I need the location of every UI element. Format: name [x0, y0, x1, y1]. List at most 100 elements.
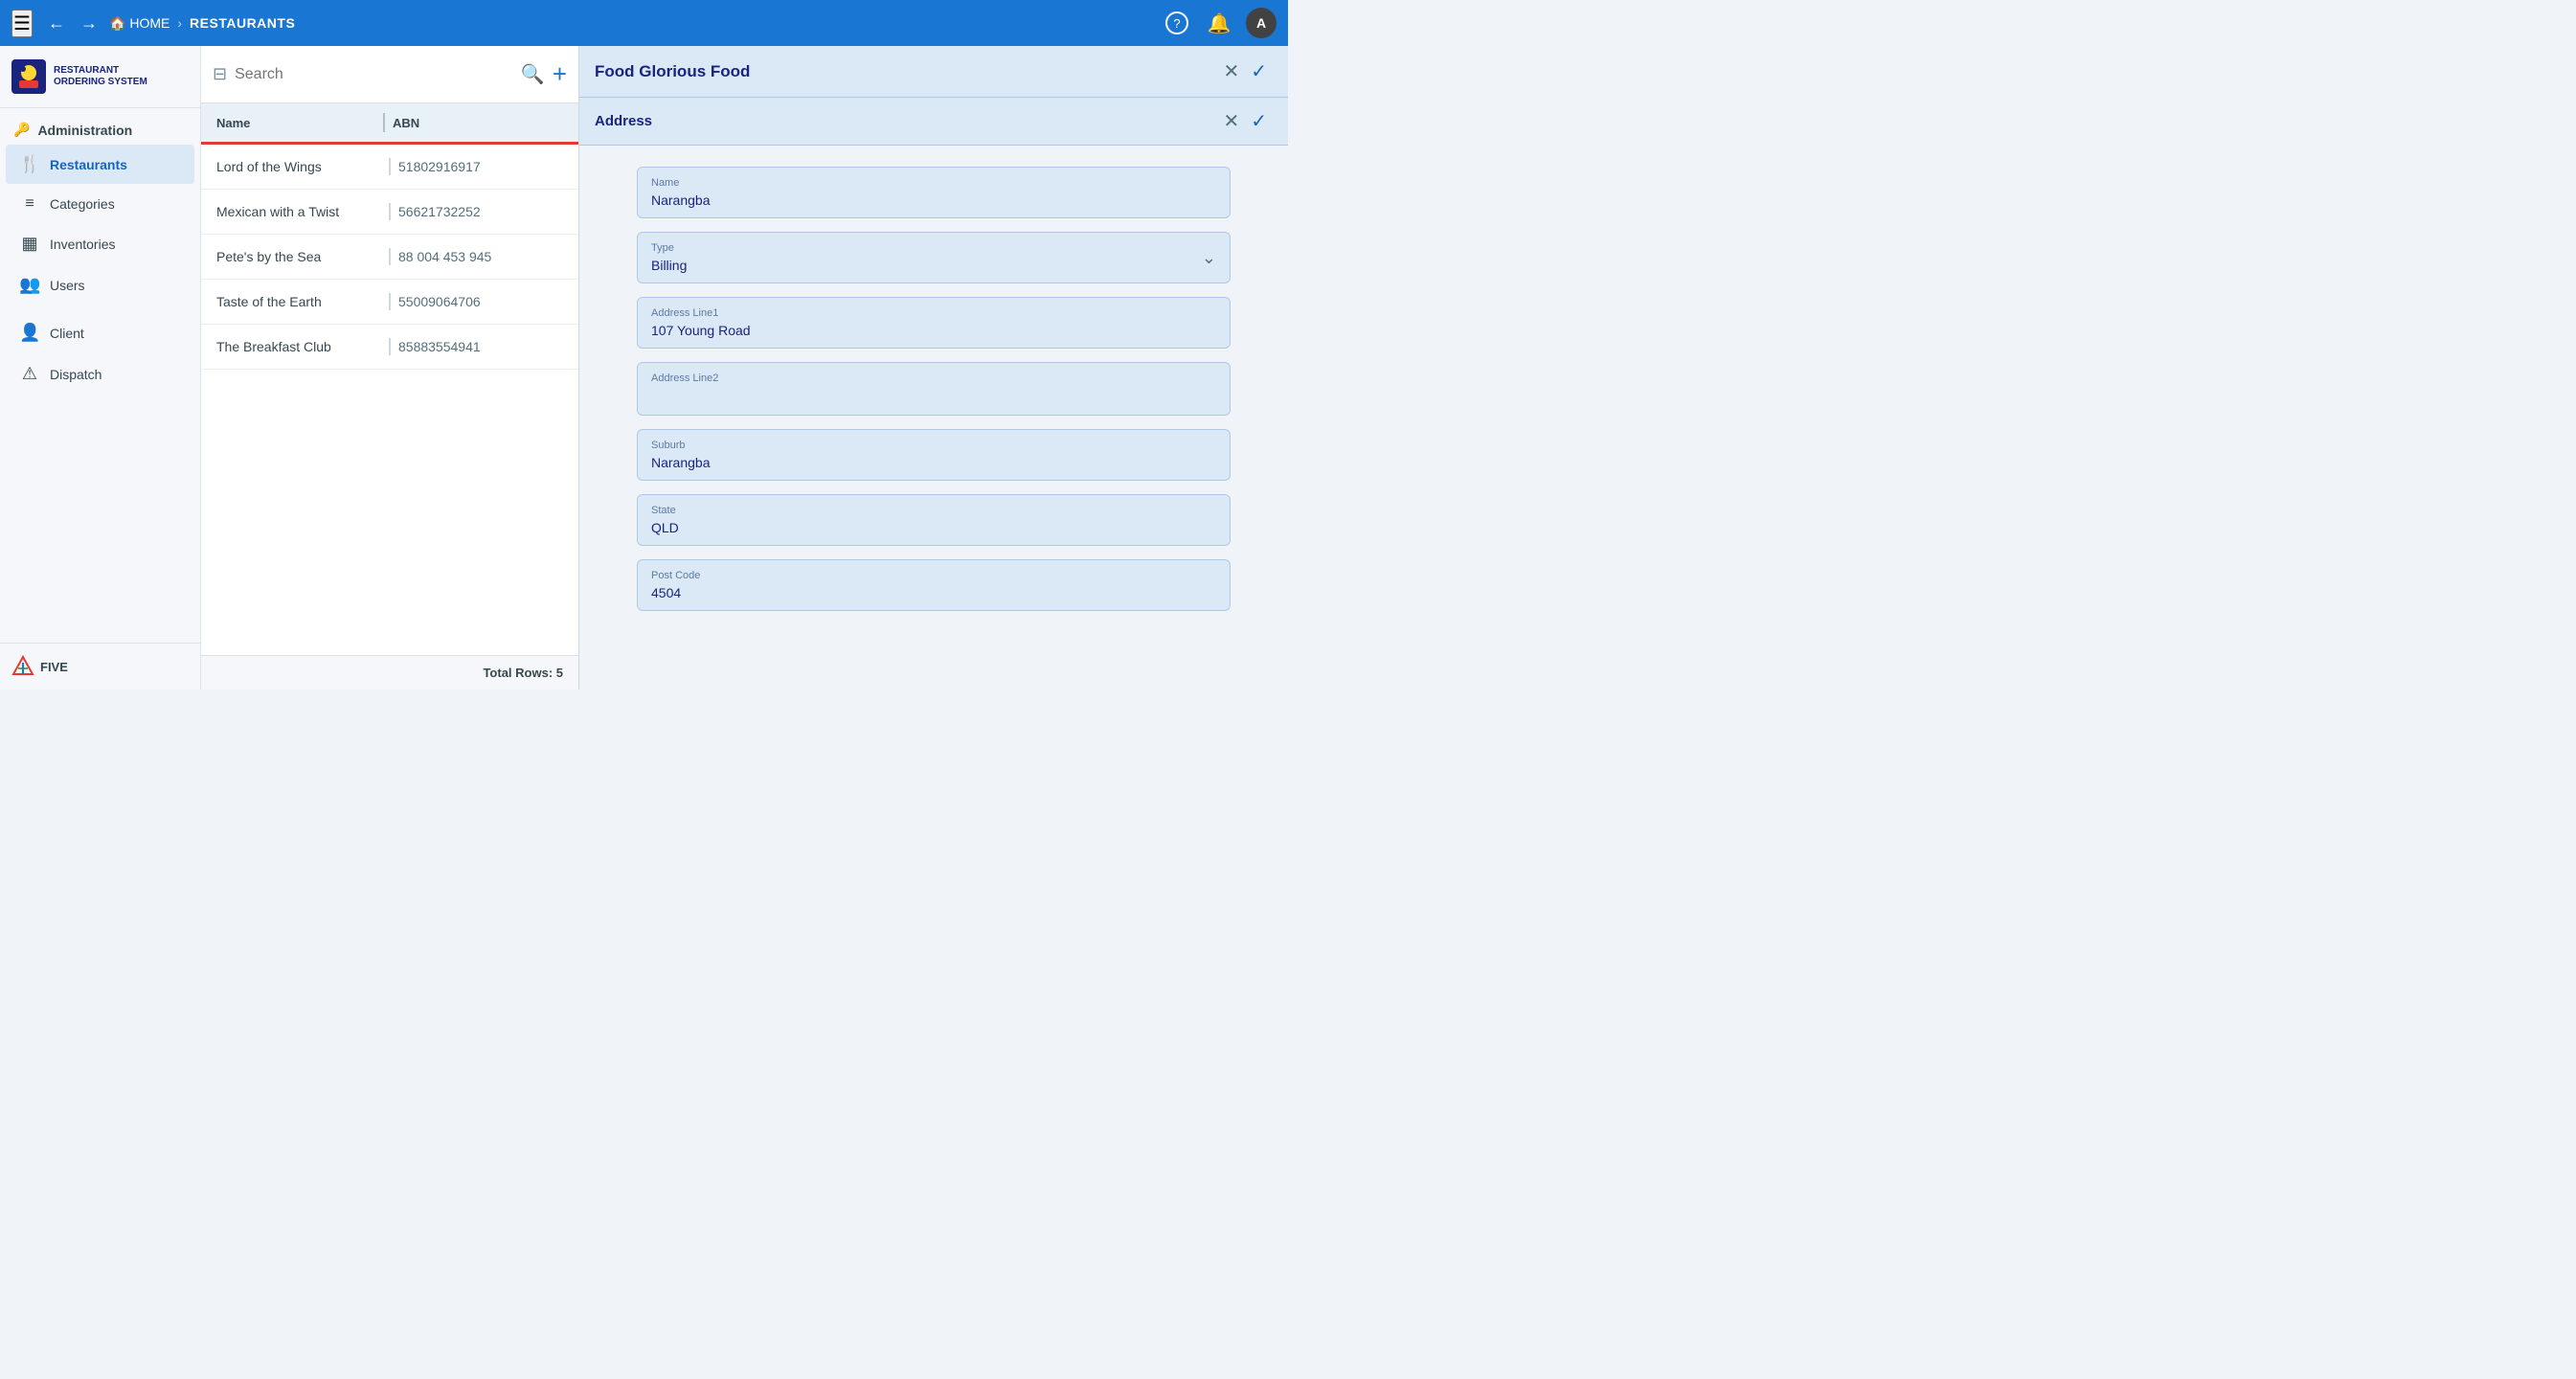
page-title: RESTAURANTS	[190, 15, 295, 31]
address-line1-field[interactable]: Address Line1 107 Young Road	[637, 297, 1231, 349]
list-panel: ⊟ 🔍 + Name ABN Lord of the Wings 5180291…	[201, 46, 579, 690]
suburb-field[interactable]: Suburb Narangba	[637, 429, 1231, 481]
col-header-abn: ABN	[393, 116, 552, 130]
table-row[interactable]: Taste of the Earth 55009064706	[201, 280, 578, 325]
categories-icon: ≡	[19, 195, 40, 213]
detail-title: Food Glorious Food	[595, 62, 1217, 81]
help-icon: ?	[1165, 11, 1188, 34]
type-field[interactable]: Type Billing ⌄	[637, 232, 1231, 283]
list-rows: Lord of the Wings 51802916917 Mexican wi…	[201, 145, 578, 655]
sidebar-item-inventories[interactable]: ▦ Inventories	[6, 224, 194, 263]
inventories-icon: ▦	[19, 234, 40, 254]
list-header: Name ABN	[201, 103, 578, 145]
state-label: State	[651, 505, 1216, 516]
search-icon[interactable]: 🔍	[521, 62, 545, 86]
address-header: Address ✕ ✓	[579, 98, 1288, 146]
suburb-value: Narangba	[651, 455, 1216, 470]
type-field-label: Type	[651, 242, 1202, 254]
address-save-button[interactable]: ✓	[1245, 107, 1273, 135]
restaurants-icon: 🍴	[19, 154, 40, 174]
home-label: HOME	[129, 15, 169, 31]
detail-panel: Food Glorious Food ✕ ✓ ↑ Address ✕ ✓	[579, 46, 1288, 690]
address-line1-label: Address Line1	[651, 307, 1216, 319]
logo-text: RESTAURANT ORDERING SYSTEM	[54, 65, 147, 88]
postcode-field[interactable]: Post Code 4504	[637, 559, 1231, 611]
state-field[interactable]: State QLD	[637, 494, 1231, 546]
table-row[interactable]: Mexican with a Twist 56621732252	[201, 190, 578, 235]
content-area: ⊟ 🔍 + Name ABN Lord of the Wings 5180291…	[201, 46, 1288, 690]
topbar: ☰ ← → 🏠 HOME › RESTAURANTS ? 🔔 A	[0, 0, 1288, 46]
name-field[interactable]: Name Narangba	[637, 167, 1231, 218]
table-row[interactable]: Lord of the Wings 51802916917	[201, 145, 578, 190]
forward-button[interactable]: →	[77, 10, 102, 37]
detail-save-button[interactable]: ✓	[1245, 57, 1273, 85]
menu-icon[interactable]: ☰	[11, 10, 33, 37]
state-value: QLD	[651, 520, 1216, 535]
filter-icon[interactable]: ⊟	[213, 64, 227, 84]
sidebar-item-label-dispatch: Dispatch	[50, 367, 102, 382]
type-field-value: Billing	[651, 258, 1202, 273]
list-toolbar: ⊟ 🔍 +	[201, 46, 578, 103]
breadcrumb-separator: ›	[177, 15, 182, 31]
row-abn: 85883554941	[398, 339, 563, 354]
address-panel: Address ✕ ✓ ↑ Name Narangba	[579, 98, 1288, 690]
sidebar: RESTAURANT ORDERING SYSTEM 🔑 Administrat…	[0, 46, 201, 690]
row-abn: 56621732252	[398, 204, 563, 219]
row-name: Lord of the Wings	[216, 159, 381, 174]
five-logo: FIVE	[11, 655, 189, 678]
home-icon: 🏠	[109, 15, 125, 32]
address-line1-value: 107 Young Road	[651, 323, 1216, 338]
detail-header: Food Glorious Food ✕ ✓	[579, 46, 1288, 98]
table-row[interactable]: Pete's by the Sea 88 004 453 945	[201, 235, 578, 280]
col-divider-row	[389, 338, 391, 355]
help-button[interactable]: ?	[1162, 8, 1192, 38]
name-field-value: Narangba	[651, 192, 1216, 208]
dispatch-icon: ⚠	[19, 364, 40, 384]
sidebar-item-label-inventories: Inventories	[50, 237, 115, 252]
list-footer: Total Rows: 5	[201, 655, 578, 690]
row-abn: 88 004 453 945	[398, 249, 563, 264]
postcode-value: 4504	[651, 585, 1216, 600]
key-icon: 🔑	[13, 122, 30, 138]
sidebar-item-label-client: Client	[50, 326, 84, 341]
users-icon: 👥	[19, 275, 40, 295]
suburb-label: Suburb	[651, 440, 1216, 451]
sidebar-item-dispatch[interactable]: ⚠ Dispatch	[6, 354, 194, 394]
address-close-button[interactable]: ✕	[1217, 107, 1245, 135]
detail-close-button[interactable]: ✕	[1217, 57, 1245, 85]
row-name: Mexican with a Twist	[216, 204, 381, 219]
row-abn: 55009064706	[398, 294, 563, 309]
sidebar-logo: RESTAURANT ORDERING SYSTEM	[0, 46, 200, 108]
search-input[interactable]	[235, 66, 513, 83]
avatar[interactable]: A	[1246, 8, 1277, 38]
postcode-label: Post Code	[651, 570, 1216, 581]
notifications-button[interactable]: 🔔	[1204, 8, 1234, 38]
address-line2-field[interactable]: Address Line2	[637, 362, 1231, 416]
home-link[interactable]: 🏠 HOME	[109, 15, 169, 32]
add-button[interactable]: +	[553, 59, 567, 89]
name-field-label: Name	[651, 177, 1216, 189]
sidebar-item-label-restaurants: Restaurants	[50, 157, 127, 172]
back-button[interactable]: ←	[44, 10, 69, 37]
search-input-wrap	[235, 66, 513, 83]
col-divider-row	[389, 293, 391, 310]
address-line2-value	[651, 388, 1216, 405]
logo-icon	[11, 59, 46, 94]
bell-icon: 🔔	[1208, 11, 1232, 35]
row-name: Taste of the Earth	[216, 294, 381, 309]
table-row[interactable]: The Breakfast Club 85883554941	[201, 325, 578, 370]
address-section-title: Address	[595, 113, 1217, 129]
col-divider-row	[389, 203, 391, 220]
five-logo-text: FIVE	[40, 660, 68, 674]
row-name: Pete's by the Sea	[216, 249, 381, 264]
sidebar-item-label-users: Users	[50, 278, 85, 293]
sidebar-item-categories[interactable]: ≡ Categories	[6, 186, 194, 222]
sidebar-section-administration: 🔑 Administration	[0, 108, 200, 144]
col-divider-row	[389, 158, 391, 175]
topbar-right: ? 🔔 A	[1162, 8, 1277, 38]
col-divider	[383, 113, 385, 132]
sidebar-item-restaurants[interactable]: 🍴 Restaurants	[6, 145, 194, 184]
sidebar-item-users[interactable]: 👥 Users	[6, 265, 194, 305]
col-divider-row	[389, 248, 391, 265]
sidebar-item-client[interactable]: 👤 Client	[6, 313, 194, 352]
